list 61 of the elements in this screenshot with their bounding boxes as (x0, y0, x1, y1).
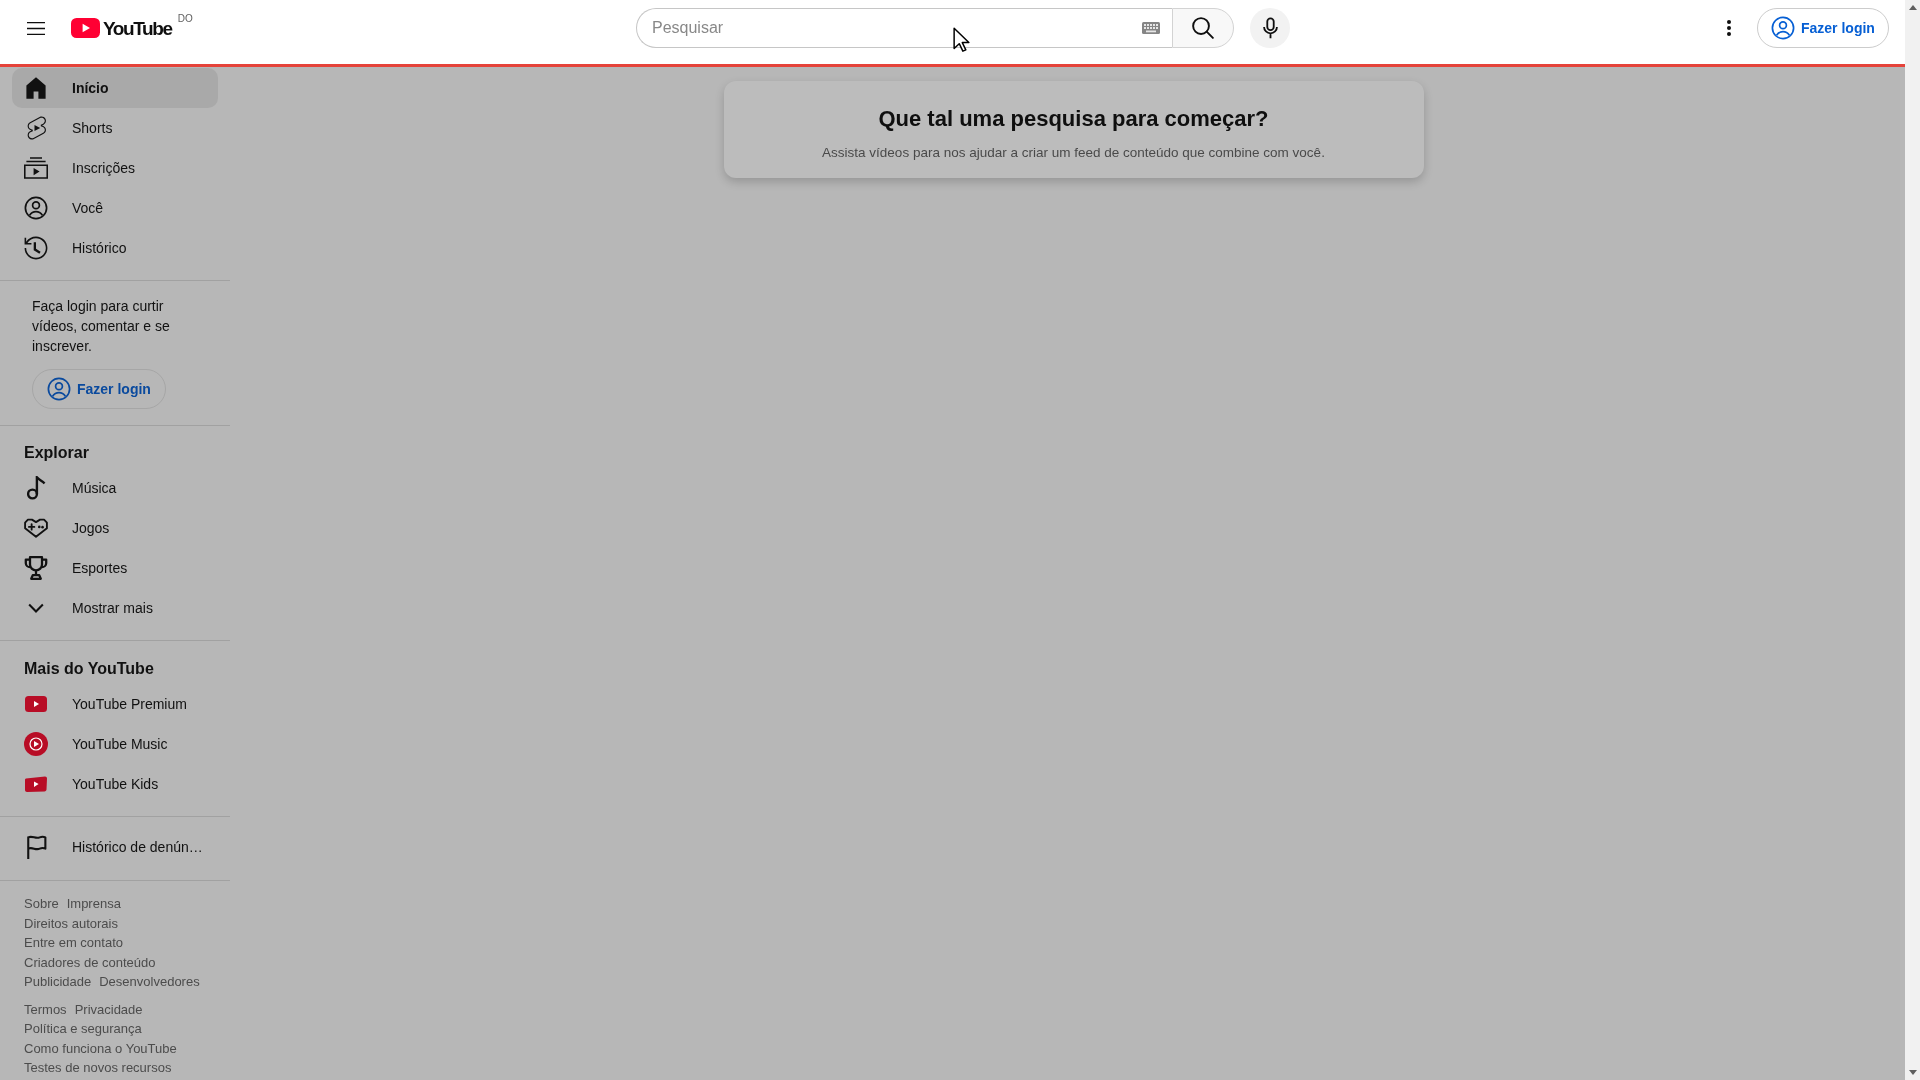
footer-link[interactable]: Criadores de conteúdo (24, 954, 156, 970)
person-circle-icon (47, 377, 71, 401)
scroll-up-arrow-icon[interactable] (1908, 5, 1917, 10)
search-icon (1192, 17, 1214, 39)
sidebar-item[interactable]: Histórico de denún… (12, 827, 218, 867)
chevron-down-icon (28, 603, 44, 613)
footer-link[interactable]: Publicidade (24, 974, 92, 989)
section-title: Explorar (23, 443, 90, 463)
sidebar-item[interactable]: Você (12, 188, 218, 228)
search-field[interactable]: Pesquisar (636, 8, 1172, 48)
sidebar-item[interactable]: Jogos (12, 508, 218, 548)
footer-link[interactable]: Direitos autorais (24, 915, 118, 931)
footer-link[interactable]: Como funciona o YouTube (24, 1040, 177, 1056)
history-icon (24, 236, 48, 260)
sidebar-item[interactable]: YouTube Kids (12, 764, 218, 804)
music-note-icon (26, 476, 46, 500)
s-play-icon (26, 116, 46, 140)
footer-link[interactable]: Imprensa (66, 896, 121, 911)
sidebar-item[interactable]: Histórico (12, 228, 218, 268)
sidebar-item[interactable]: YouTube Premium (12, 684, 218, 724)
sidebar-item[interactable]: Música (12, 468, 218, 508)
sidebar-item[interactable]: Shorts (12, 108, 218, 148)
sidebar-item[interactable]: Inscrições (12, 148, 218, 188)
login-button[interactable]: Fazer login (1757, 8, 1889, 48)
sidebar-item[interactable]: Mostrar mais (12, 588, 218, 628)
search-button[interactable] (1172, 8, 1234, 48)
keyboard-icon[interactable] (1142, 22, 1160, 34)
prompt-subtitle: Assista vídeos para nos ajudar a criar um feed de conteúdo que combine com você. (821, 144, 1326, 162)
sidebar-item[interactable]: Início (12, 68, 218, 108)
voice-search-button[interactable] (1250, 8, 1290, 48)
person-circle-icon (1771, 16, 1795, 40)
footer-link[interactable]: Privacidade (74, 1001, 143, 1017)
more-icon[interactable] (1727, 20, 1731, 36)
footer-link[interactable]: Política e segurança (24, 1021, 142, 1036)
microphone-icon (1262, 17, 1278, 39)
play-logo-icon[interactable] (71, 18, 100, 38)
trophy-icon (24, 556, 48, 580)
sidebar-item[interactable]: Esportes (12, 548, 218, 588)
login-prompt-text: Faça login para curtir vídeos, comentar e se inscrever. (32, 297, 171, 356)
play-circle-icon (24, 732, 48, 756)
home-icon (25, 76, 47, 100)
menu-icon[interactable] (27, 21, 45, 35)
scroll-down-arrow-icon[interactable] (1908, 1070, 1917, 1075)
footer-link[interactable]: Entre em contato (24, 935, 123, 950)
footer-link[interactable]: Sobre (24, 896, 59, 911)
tilted-play-icon (24, 775, 48, 793)
prompt-title: Que tal uma pesquisa para começar? (877, 107, 1270, 131)
sidebar-item[interactable]: YouTube Music (12, 724, 218, 764)
person-circle-icon (24, 196, 48, 220)
stacked-video-icon (24, 157, 48, 179)
section-title: Mais do YouTube (23, 659, 155, 679)
gamepad-icon (24, 518, 48, 538)
flag-icon (25, 835, 47, 859)
cursor-icon (953, 27, 970, 52)
footer-link[interactable]: Testes de novos recursos (24, 1060, 172, 1075)
play-button-icon (25, 696, 47, 712)
footer-link[interactable]: Termos (24, 1001, 67, 1017)
footer-link[interactable]: Desenvolvedores (99, 974, 200, 989)
scrollbar[interactable] (1905, 0, 1920, 1080)
country-code: DO (177, 13, 193, 25)
logo-text[interactable]: YouTube (103, 18, 172, 38)
